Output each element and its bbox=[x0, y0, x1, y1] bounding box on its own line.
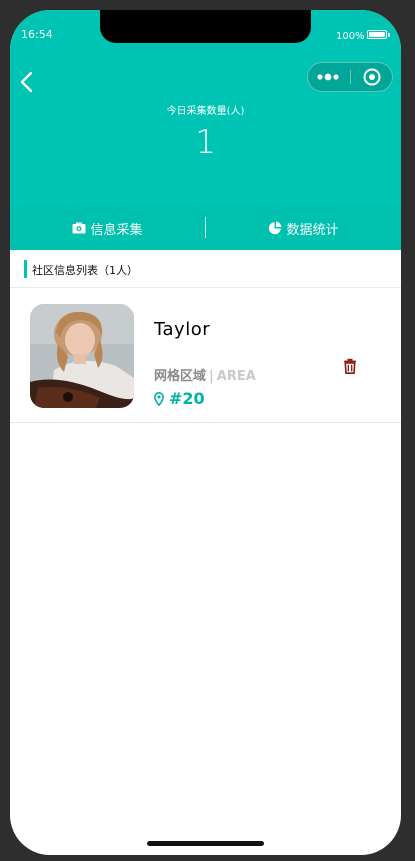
trash-icon bbox=[344, 358, 356, 374]
area-row: 网格区域 | AREA bbox=[154, 365, 256, 384]
notch bbox=[100, 10, 311, 43]
area-code: AREA bbox=[216, 369, 256, 384]
resident-number: #20 bbox=[169, 389, 205, 408]
phone-screen: 16:54 100% 今日采集数量(人) 1 信息采集 数据统计 社区信息列表（… bbox=[10, 10, 401, 855]
home-indicator bbox=[147, 841, 264, 846]
more-dots-icon bbox=[317, 73, 339, 81]
area-separator: | bbox=[209, 369, 214, 384]
area-label: 网格区域 bbox=[154, 369, 207, 384]
section-accent-bar bbox=[24, 260, 27, 278]
section-header: 社区信息列表（1人） bbox=[10, 250, 401, 288]
list-item[interactable]: Taylor 网格区域 | AREA #20 bbox=[10, 289, 401, 423]
battery-icon bbox=[367, 30, 390, 39]
section-title: 社区信息列表（1人） bbox=[32, 264, 138, 277]
location-pin-icon bbox=[154, 391, 164, 406]
number-row: #20 bbox=[154, 389, 205, 408]
camera-icon bbox=[72, 222, 86, 234]
battery-percent: 100% bbox=[336, 31, 365, 42]
tab-data-statistics-label: 数据统计 bbox=[286, 222, 339, 238]
close-miniprogram-button[interactable] bbox=[351, 63, 393, 91]
back-button[interactable] bbox=[16, 68, 38, 96]
capsule-menu bbox=[307, 62, 393, 92]
chevron-left-icon bbox=[20, 71, 33, 93]
tab-info-collection[interactable]: 信息采集 bbox=[10, 206, 205, 250]
target-circle-icon bbox=[363, 68, 381, 86]
tab-info-collection-label: 信息采集 bbox=[90, 222, 143, 238]
more-button[interactable] bbox=[308, 63, 350, 91]
tab-data-statistics[interactable]: 数据统计 bbox=[206, 206, 401, 250]
today-count-label: 今日采集数量(人) bbox=[166, 106, 245, 117]
delete-button[interactable] bbox=[342, 358, 358, 374]
resident-name: Taylor bbox=[154, 319, 211, 340]
avatar bbox=[30, 304, 134, 408]
pie-chart-icon bbox=[269, 221, 282, 235]
status-time: 16:54 bbox=[21, 28, 53, 41]
tab-bar: 信息采集 数据统计 bbox=[10, 206, 401, 250]
header: 16:54 100% 今日采集数量(人) 1 bbox=[10, 10, 401, 206]
today-count-value: 1 bbox=[195, 122, 216, 161]
person-photo bbox=[30, 304, 134, 408]
